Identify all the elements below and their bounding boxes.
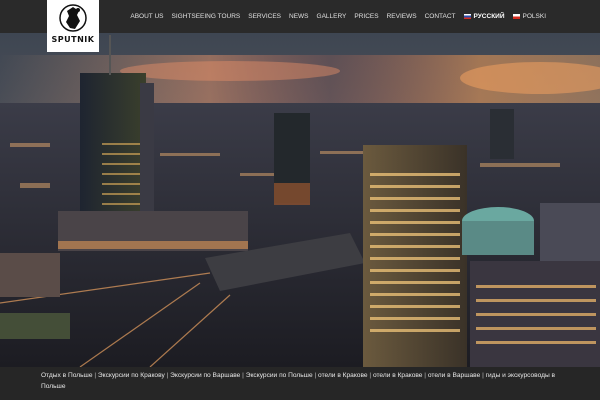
logo-text: SPUTNIK xyxy=(51,35,95,44)
nav-gallery[interactable]: GALLERY xyxy=(313,13,351,20)
footer-link-krakow-hotels-1[interactable]: отели в Кракове xyxy=(318,372,368,379)
footer-link-warsaw-tours[interactable]: Экскурсии по Варшаве xyxy=(170,372,240,379)
hero-city-photo xyxy=(0,33,600,367)
site-logo[interactable]: SPUTNIK xyxy=(47,0,99,52)
nav-services[interactable]: SERVICES xyxy=(244,13,285,20)
footer-link-poland-holidays[interactable]: Отдых в Польше xyxy=(41,372,92,379)
nav-lang-polish[interactable]: POLSKI xyxy=(509,13,550,20)
main-nav: ABOUT US SIGHTSEEING TOURS SERVICES NEWS… xyxy=(126,0,550,33)
pl-flag-icon xyxy=(512,14,520,19)
footer-links: Отдых в Польше | Экскурсии по Кракову | … xyxy=(41,372,556,390)
warsaw-skyline-image xyxy=(0,33,600,367)
footer-link-krakow-hotels-2[interactable]: отели в Кракове xyxy=(373,372,423,379)
lang-polish-label: POLSKI xyxy=(522,13,546,20)
nav-about-us[interactable]: ABOUT US xyxy=(126,13,167,20)
nav-prices[interactable]: PRICES xyxy=(350,13,382,20)
footer-link-krakow-tours[interactable]: Экскурсии по Кракову xyxy=(98,372,165,379)
footer-link-warsaw-hotels[interactable]: отели в Варшаве xyxy=(428,372,480,379)
footer: Отдых в Польше | Экскурсии по Кракову | … xyxy=(0,367,600,400)
nav-contact[interactable]: CONTACT xyxy=(421,13,460,20)
nav-sightseeing-tours[interactable]: SIGHTSEEING TOURS xyxy=(168,13,245,20)
footer-link-poland-tours[interactable]: Экскурсии по Польше xyxy=(246,372,313,379)
sputnik-logo-icon xyxy=(59,4,87,32)
nav-reviews[interactable]: REVIEWS xyxy=(383,13,421,20)
nav-news[interactable]: NEWS xyxy=(285,13,313,20)
ru-flag-icon xyxy=(463,14,471,19)
nav-lang-russian[interactable]: РУССКИЙ xyxy=(460,13,509,20)
lang-russian-label: РУССКИЙ xyxy=(473,13,505,20)
